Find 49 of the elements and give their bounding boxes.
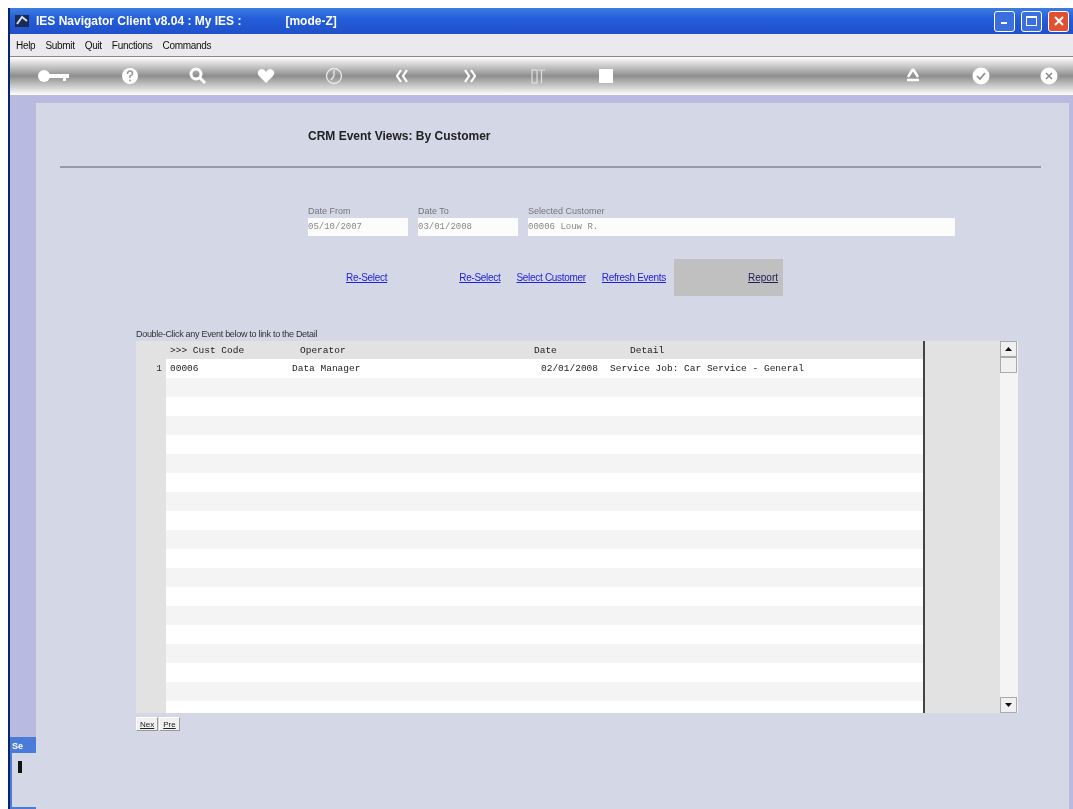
column-header: Date: [534, 344, 558, 356]
hint-text: Double-Click any Event below to link to the Detail: [136, 329, 319, 339]
report-button[interactable]: Report: [674, 258, 784, 296]
table-cell: Service Job: Car Service - General: [610, 363, 804, 374]
table-cell-text: Data Manager: [292, 363, 362, 374]
page-title: CRM Event Views: By Customer: [308, 129, 492, 145]
scroll-thumb[interactable]: [1000, 357, 1018, 373]
heart-icon[interactable]: [256, 66, 276, 86]
field-label: Date To: [418, 206, 450, 216]
close-button[interactable]: [1048, 10, 1069, 32]
table-cell-text: 00006: [169, 363, 200, 374]
link[interactable]: Select Customer: [516, 271, 586, 283]
input-field[interactable]: 03/01/2008: [418, 218, 518, 236]
field-label: Date From: [308, 206, 352, 216]
minimized-window[interactable]: Se: [10, 737, 36, 809]
maximize-icon: [1026, 16, 1037, 26]
minimize-button[interactable]: [994, 10, 1015, 32]
link[interactable]: Re-Select: [346, 271, 388, 283]
maximize-button[interactable]: [1021, 10, 1042, 32]
link[interactable]: Re-Select: [459, 271, 501, 283]
table-cell-text: 02/01/2008: [540, 363, 599, 374]
field-label: Selected Customer: [528, 206, 606, 216]
input-field[interactable]: 00006 Louw R.: [528, 218, 955, 236]
search-icon[interactable]: [188, 66, 208, 86]
down-arrow-icon[interactable]: [1005, 703, 1013, 707]
close-icon: [1053, 16, 1064, 26]
menu-item[interactable]: Functions: [111, 39, 153, 51]
help-icon[interactable]: [120, 66, 140, 86]
column-header: Operator: [300, 344, 347, 356]
window-title: IES Navigator Client v8.04 : My IES :: [36, 14, 242, 28]
mode-label: [mode-Z]: [285, 14, 337, 28]
input-field[interactable]: 05/10/2007: [308, 218, 408, 236]
up-arrow-icon[interactable]: [1005, 347, 1013, 351]
link[interactable]: Refresh Events: [601, 271, 667, 283]
app-icon: [14, 13, 30, 29]
pager-button[interactable]: Nex: [136, 717, 159, 731]
column-header: >>> Cust Code: [170, 344, 246, 356]
menu-item[interactable]: Quit: [84, 39, 102, 51]
clock-icon[interactable]: [324, 66, 344, 86]
menu-item[interactable]: Submit: [45, 39, 75, 51]
menu-item[interactable]: Commands: [162, 39, 212, 51]
scrollbar[interactable]: [1000, 341, 1018, 713]
table-row[interactable]: 00006 Data Manager 02/01/2008 Service Job: Car Service - General: [166, 359, 924, 378]
menu-item[interactable]: Help: [16, 39, 36, 51]
close-icon[interactable]: [1039, 66, 1059, 86]
column-header: Detail: [630, 344, 665, 356]
square-icon[interactable]: [596, 66, 616, 86]
check-icon[interactable]: [971, 66, 991, 86]
pager-button[interactable]: Pre: [159, 717, 180, 731]
